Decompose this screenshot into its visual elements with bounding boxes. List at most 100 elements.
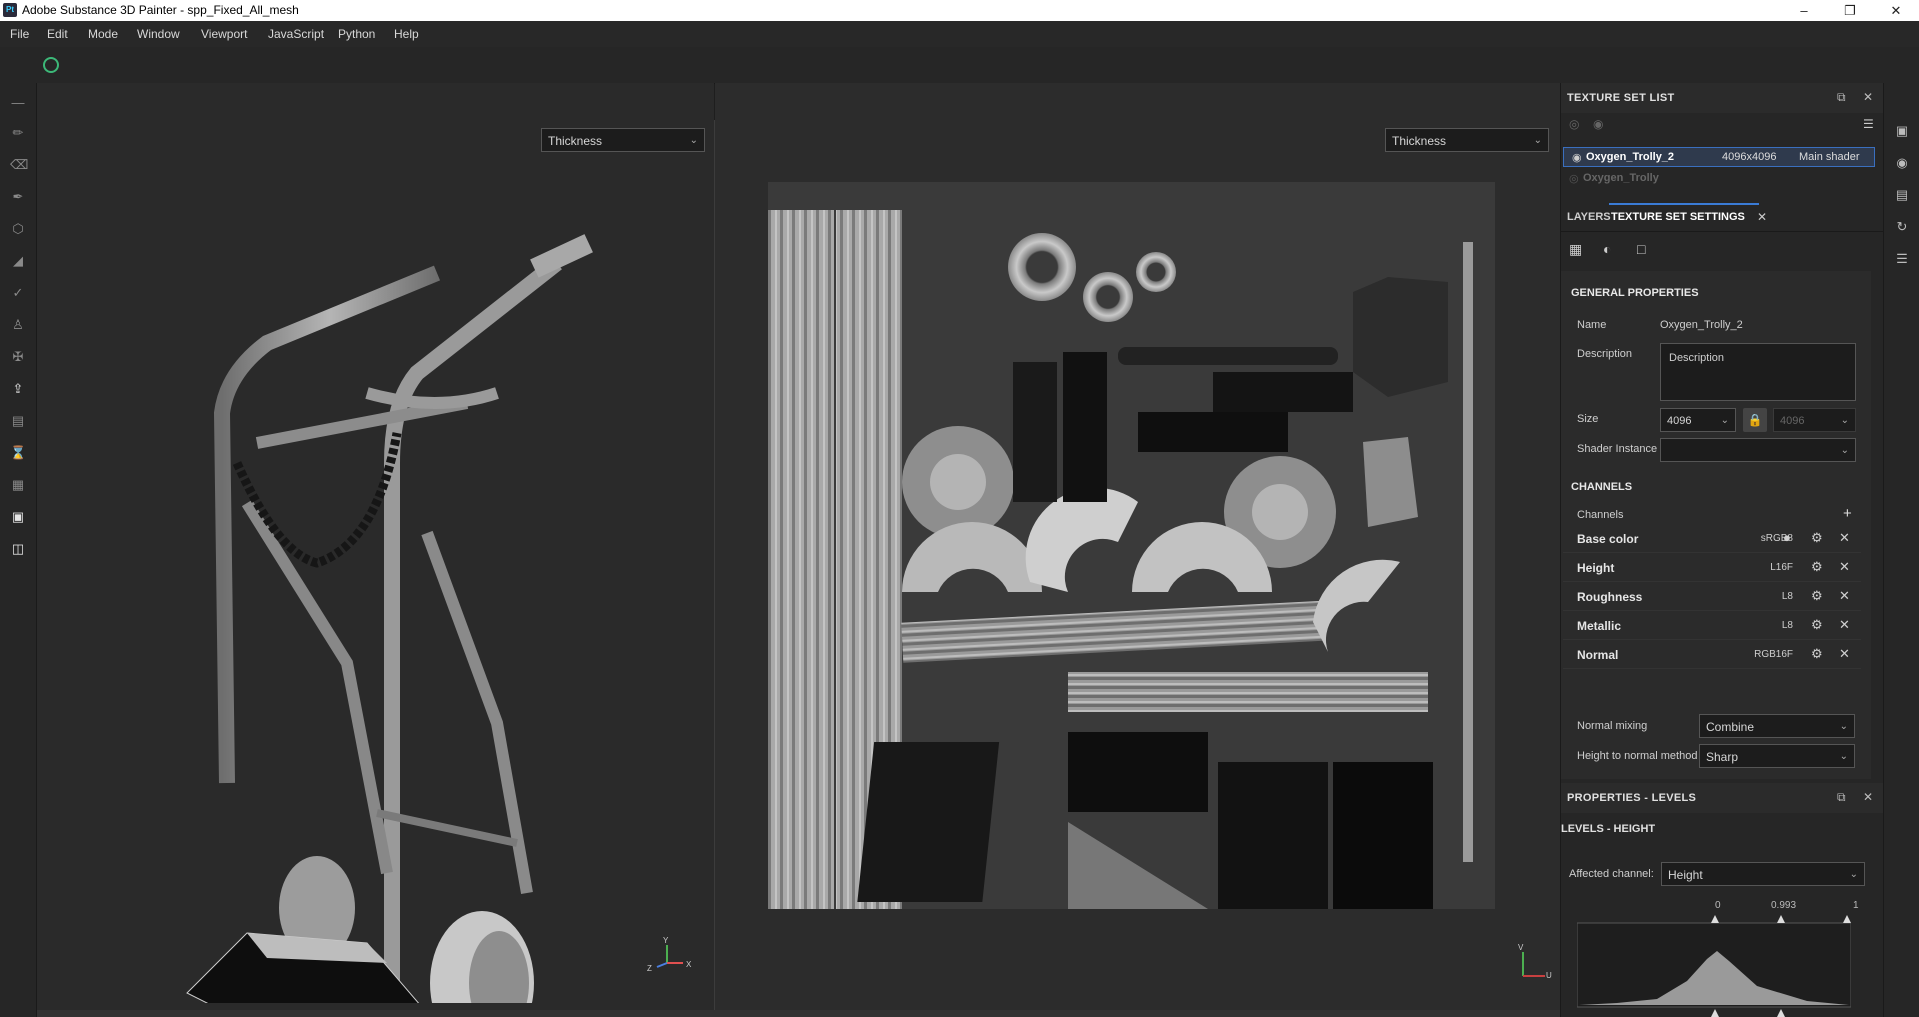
geometry-mask-icon[interactable]: ⬡ <box>10 221 26 237</box>
description-field[interactable]: Description <box>1660 343 1856 401</box>
close-panel-icon[interactable]: ✕ <box>1863 790 1873 804</box>
color-picker-icon[interactable]: ✠ <box>10 349 26 365</box>
channel-format: L16F <box>1770 562 1793 573</box>
viewport-3d[interactable]: Thickness ⌄ Y Z X <box>37 83 714 1017</box>
affected-channel-select[interactable]: Height ⌄ <box>1661 862 1865 886</box>
display-settings-icon[interactable]: ▣ <box>1894 123 1910 139</box>
menu-help[interactable]: Help <box>394 27 419 41</box>
log-icon[interactable]: ☰ <box>1894 251 1910 267</box>
general-properties-heading: GENERAL PROPERTIES <box>1571 287 1699 299</box>
close-icon[interactable]: ✕ <box>1873 0 1919 21</box>
axis-y-label: Y <box>663 936 669 945</box>
affected-channel-label: Affected channel: <box>1569 868 1654 880</box>
remove-channel-icon[interactable]: ✕ <box>1839 559 1850 575</box>
assets-icon[interactable]: ▤ <box>1894 187 1910 203</box>
gear-icon[interactable]: ⚙ <box>1811 588 1823 604</box>
clone-stamp-icon[interactable]: ♙ <box>10 317 26 333</box>
output-low-handle[interactable] <box>1711 1009 1719 1017</box>
name-value[interactable]: Oxygen_Trolly_2 <box>1660 319 1743 331</box>
cube-icon[interactable]: ◫ <box>10 541 26 557</box>
tab-layers[interactable]: LAYERS <box>1567 211 1611 223</box>
texture-set-row[interactable]: ◎ Oxygen_Trolly <box>1561 169 1871 189</box>
float-panel-icon[interactable]: ⧉ <box>1837 90 1846 105</box>
channel-row[interactable]: Height L16F ⚙ ✕ <box>1563 554 1861 582</box>
polygon-fill-icon[interactable]: ◢ <box>10 253 26 269</box>
menu-mode[interactable]: Mode <box>88 27 118 41</box>
close-panel-icon[interactable]: ✕ <box>1863 90 1873 104</box>
texture-set-name: Oxygen_Trolly_2 <box>1586 151 1675 163</box>
visibility-eye-icon[interactable]: ◉ <box>1572 151 1582 164</box>
levels-histogram[interactable] <box>1577 911 1851 1017</box>
paint-brush-icon[interactable]: ✏ <box>10 125 26 141</box>
menu-python[interactable]: Python <box>338 27 375 41</box>
channels-label: Channels <box>1577 509 1624 521</box>
texture-set-row[interactable]: ◉ Oxygen_Trolly_2 4096x4096 Main shader <box>1563 147 1875 167</box>
add-channel-icon[interactable]: + <box>1843 505 1852 522</box>
tab-bar: LAYERS TEXTURE SET SETTINGS ✕ <box>1561 203 1883 232</box>
normal-mixing-label: Normal mixing <box>1577 720 1648 732</box>
channel-row[interactable]: Base color sRGB8 ● ⚙ ✕ <box>1563 525 1861 553</box>
texture-set-name: Oxygen_Trolly <box>1583 172 1659 184</box>
properties-header: PROPERTIES - LEVELS ⧉ ✕ <box>1561 783 1883 813</box>
minimize-icon[interactable]: – <box>1781 0 1827 21</box>
remove-channel-icon[interactable]: ✕ <box>1839 530 1850 546</box>
menu-window[interactable]: Window <box>137 27 180 41</box>
description-text: Description <box>1669 352 1725 364</box>
channel-row[interactable]: Metallic L8 ⚙ ✕ <box>1563 612 1861 640</box>
shader-settings-icon[interactable]: ◉ <box>1894 155 1910 171</box>
lock-icon[interactable]: 🔒 <box>1743 408 1767 432</box>
hourglass-icon[interactable]: ⌛ <box>10 445 26 461</box>
export-icon[interactable]: ⇪ <box>10 381 26 397</box>
uv-tile-icon[interactable]: □ <box>1637 241 1645 257</box>
visibility-eye-icon[interactable]: ◎ <box>1569 172 1579 185</box>
height-to-normal-value: Sharp <box>1706 750 1739 764</box>
remove-channel-icon[interactable]: ✕ <box>1839 617 1850 633</box>
bake-settings-icon[interactable]: ▦ <box>1569 241 1582 258</box>
levels-low-handle[interactable] <box>1711 915 1719 923</box>
float-panel-icon[interactable]: ⧉ <box>1837 790 1846 805</box>
bake-icon[interactable]: ▤ <box>10 413 26 429</box>
tab-texture-set-settings[interactable]: TEXTURE SET SETTINGS <box>1611 211 1745 223</box>
output-high-handle[interactable] <box>1777 1009 1785 1017</box>
levels-high-handle[interactable] <box>1843 915 1851 923</box>
remove-channel-icon[interactable]: ✕ <box>1839 588 1850 604</box>
sync-icon[interactable] <box>43 57 59 73</box>
shader-instance-select[interactable]: ⌄ <box>1660 438 1856 462</box>
channel-select-2d[interactable]: Thickness ⌄ <box>1385 128 1549 152</box>
levels-mid-handle[interactable] <box>1777 915 1785 923</box>
gear-icon[interactable]: ⚙ <box>1811 559 1823 575</box>
eraser-icon[interactable]: ⌫ <box>10 157 28 173</box>
remove-channel-icon[interactable]: ✕ <box>1839 646 1850 662</box>
gear-icon[interactable]: ⚙ <box>1811 530 1823 546</box>
menu-viewport[interactable]: Viewport <box>201 27 247 41</box>
color-profile-icon[interactable]: ● <box>1783 530 1791 545</box>
uv-icon[interactable]: ▦ <box>10 477 26 493</box>
material-ball-icon[interactable]: ◐ <box>1603 241 1611 257</box>
history-icon[interactable]: ↻ <box>1894 219 1910 235</box>
menu-javascript[interactable]: JavaScript <box>268 27 324 41</box>
smudge-icon[interactable]: ✓ <box>10 285 26 301</box>
gear-icon[interactable]: ⚙ <box>1811 617 1823 633</box>
restore-icon[interactable]: ❐ <box>1827 0 1873 21</box>
tss-content: GENERAL PROPERTIES Name Oxygen_Trolly_2 … <box>1561 271 1871 779</box>
menu-edit[interactable]: Edit <box>47 27 68 41</box>
size-select[interactable]: 4096 ⌄ <box>1660 408 1736 432</box>
normal-mixing-select[interactable]: Combine ⌄ <box>1699 714 1855 738</box>
channel-select-3d[interactable]: Thickness ⌄ <box>541 128 705 152</box>
gear-icon[interactable]: ⚙ <box>1811 646 1823 662</box>
document-icon[interactable]: ▣ <box>10 509 26 525</box>
axis-z-label: Z <box>647 964 652 973</box>
normal-mixing-value: Combine <box>1706 720 1755 734</box>
channel-row[interactable]: Roughness L8 ⚙ ✕ <box>1563 583 1861 611</box>
menu-file[interactable]: File <box>10 27 29 41</box>
projection-icon[interactable]: ✒ <box>10 189 26 205</box>
channel-row[interactable]: Normal RGB16F ⚙ ✕ <box>1563 641 1861 669</box>
show-eye-icon[interactable]: ◉ <box>1593 117 1603 131</box>
context-toolbar <box>0 47 1919 84</box>
menu-icon[interactable]: ☰ <box>1863 117 1874 131</box>
close-tab-icon[interactable]: ✕ <box>1757 210 1767 224</box>
hide-eye-icon[interactable]: ◎ <box>1569 117 1579 131</box>
title-bar: Pt Adobe Substance 3D Painter - spp_Fixe… <box>0 0 1919 21</box>
channel-format: L8 <box>1781 591 1793 602</box>
height-to-normal-select[interactable]: Sharp ⌄ <box>1699 744 1855 768</box>
